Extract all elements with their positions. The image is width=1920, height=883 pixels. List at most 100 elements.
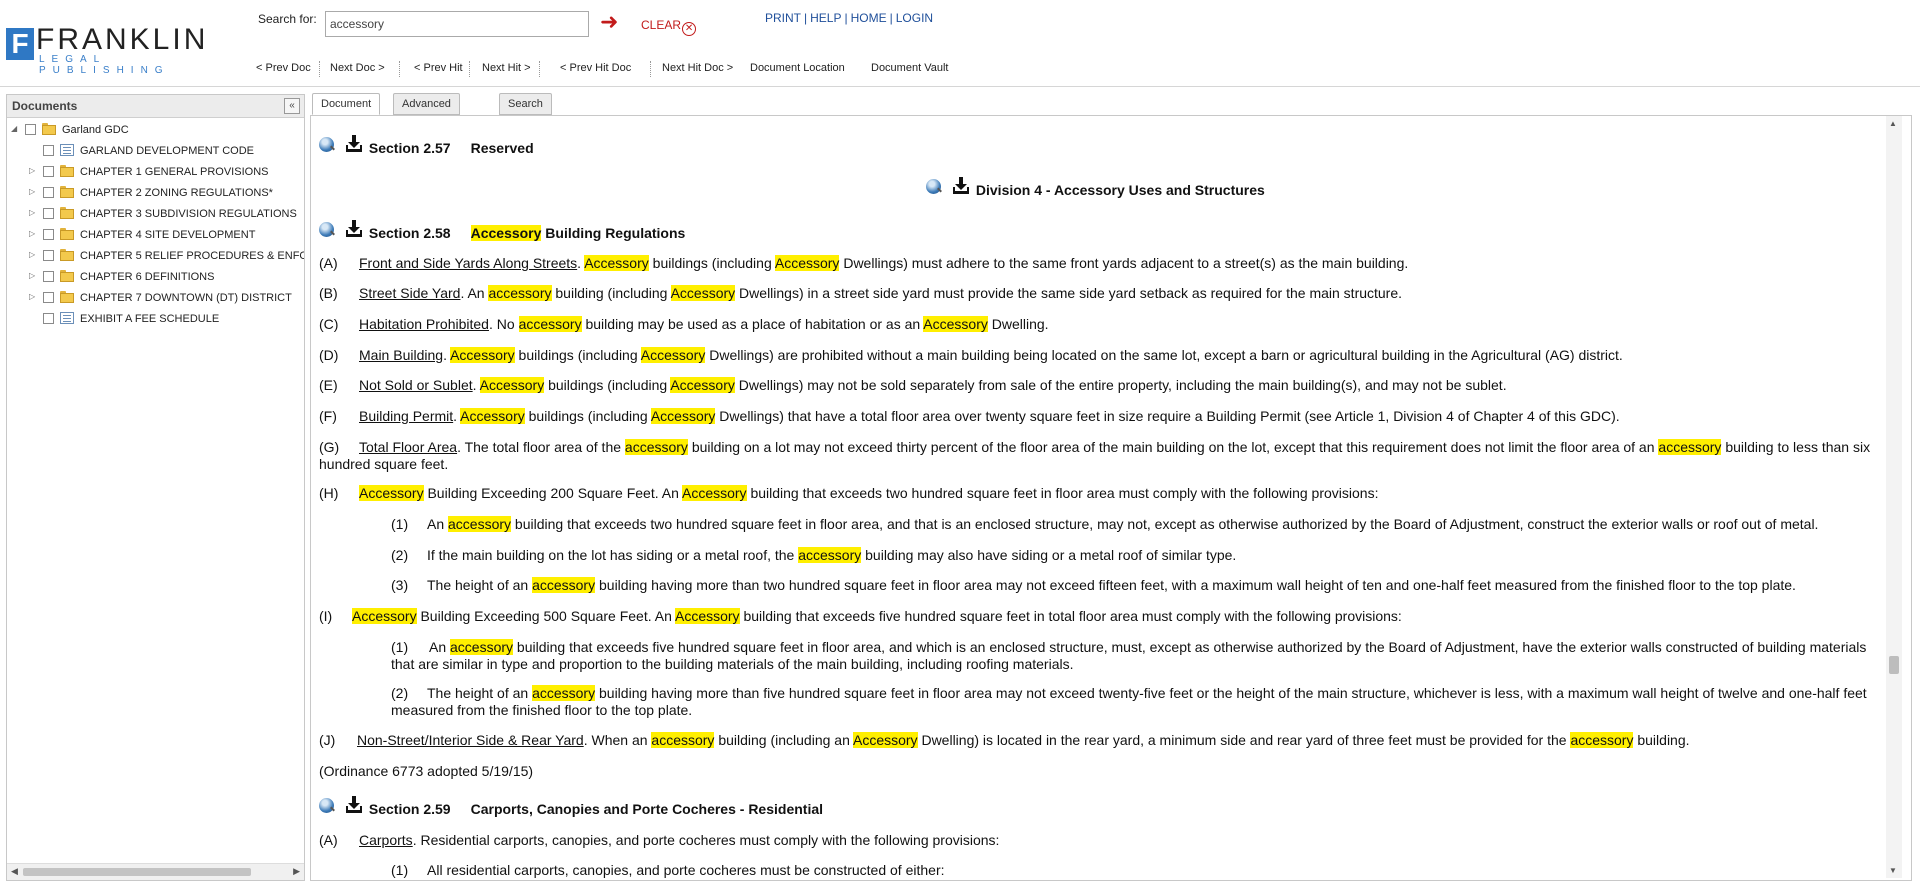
tree-item-chapter-7[interactable]: ▷ CHAPTER 7 DOWNTOWN (DT) DISTRICT (29, 289, 299, 307)
folder-icon (60, 228, 74, 240)
text: . (472, 377, 480, 393)
globe-search-icon[interactable] (319, 137, 334, 152)
prev-hit-button[interactable]: < Prev Hit (414, 62, 463, 74)
scroll-right-icon[interactable]: ▶ (293, 866, 300, 877)
text: Dwelling) is located in the rear yard, a… (917, 732, 1571, 748)
tree-item-chapter-2[interactable]: ▷ CHAPTER 2 ZONING REGULATIONS* (29, 184, 299, 202)
tree-root-garland-gdc[interactable]: ◢ Garland GDC (11, 121, 291, 139)
clear-label: CLEAR (641, 18, 682, 32)
horizontal-scrollbar[interactable]: ◀ ▶ (7, 863, 304, 880)
scrollbar-thumb[interactable] (1889, 656, 1899, 674)
franklin-logo[interactable]: F FRANKLIN LEGAL PUBLISHING (6, 24, 236, 76)
tab-label: Document (321, 98, 372, 110)
document-location-button[interactable]: Document Location (750, 62, 845, 74)
subparagraph-h-3: (3) The height of an accessory building h… (391, 577, 1796, 594)
tree-item-chapter-3[interactable]: ▷ CHAPTER 3 SUBDIVISION REGULATIONS (29, 205, 299, 223)
expand-arrow-icon[interactable]: ▷ (29, 271, 39, 283)
tree-item-label: EXHIBIT A FEE SCHEDULE (80, 313, 220, 325)
tab-document[interactable]: Document (312, 93, 381, 115)
globe-search-icon[interactable] (319, 798, 334, 813)
tab-search-results[interactable]: Search 1 - 18 hits✕ (499, 93, 552, 150)
ordinance-note: (Ordinance 6773 adopted 5/19/15) (319, 763, 534, 779)
collapse-arrow-icon[interactable]: ◢ (11, 124, 21, 136)
next-doc-button[interactable]: Next Doc > (330, 62, 385, 74)
tree-checkbox[interactable] (43, 187, 54, 198)
search-hit: Accessory (460, 408, 525, 424)
login-link[interactable]: LOGIN (896, 11, 933, 25)
expand-arrow-icon[interactable]: ▷ (29, 229, 39, 241)
text: building (including (551, 285, 671, 301)
paragraph-f: (F) Building Permit. Accessory buildings … (319, 408, 1620, 425)
tree-checkbox[interactable] (43, 313, 54, 324)
prev-doc-button[interactable]: < Prev Doc (256, 62, 311, 74)
expand-arrow-icon[interactable]: ▷ (29, 208, 39, 220)
text: building that exceeds two hundred square… (511, 516, 1819, 532)
text: The height of an (427, 577, 533, 593)
search-hit: accessory (532, 577, 596, 593)
tree-checkbox[interactable] (43, 145, 54, 156)
globe-search-icon[interactable] (926, 179, 941, 194)
expand-arrow-icon[interactable]: ▷ (29, 187, 39, 199)
text: All residential carports, canopies, and … (427, 862, 945, 878)
expand-arrow-icon[interactable]: ▷ (29, 250, 39, 262)
home-link[interactable]: HOME (851, 11, 887, 25)
paragraph-c: (C) Habitation Prohibited. No accessory b… (319, 316, 1049, 333)
expand-arrow-icon[interactable]: ▷ (29, 166, 39, 178)
scroll-left-icon[interactable]: ◀ (11, 866, 18, 877)
text: building that exceeds five hundred squar… (391, 639, 1867, 672)
download-icon[interactable] (952, 177, 970, 195)
download-icon[interactable] (345, 220, 363, 238)
scroll-up-icon[interactable]: ▲ (1889, 119, 1897, 128)
paragraph-marker: (1) (391, 862, 409, 878)
paragraph-heading: Total Floor Area (359, 439, 458, 455)
vertical-scrollbar[interactable]: ▲ ▼ (1886, 116, 1902, 878)
paragraph-marker: (1) (391, 639, 409, 655)
tree-item-chapter-5[interactable]: ▷ CHAPTER 5 RELIEF PROCEDURES & ENFO (29, 247, 304, 265)
tree-checkbox[interactable] (43, 271, 54, 282)
clear-button[interactable]: CLEAR ✕ (641, 18, 697, 36)
scrollbar-thumb[interactable] (23, 868, 251, 876)
help-link[interactable]: HELP (810, 11, 841, 25)
paragraph-marker: (J) (319, 732, 336, 748)
subparagraph-i-1: (1) An accessory building that exceeds fi… (391, 639, 1889, 673)
tree-checkbox[interactable] (25, 124, 36, 135)
text: If the main building on the lot has sidi… (427, 547, 799, 563)
search-go-arrow-icon[interactable]: ➜ (600, 10, 624, 36)
paragraph-marker: (E) (319, 377, 338, 393)
text: Dwelling. (987, 316, 1049, 332)
globe-search-icon[interactable] (319, 222, 334, 237)
search-input[interactable] (325, 11, 589, 37)
next-hit-button[interactable]: Next Hit > (482, 62, 531, 74)
download-icon[interactable] (345, 135, 363, 153)
document-icon (60, 312, 74, 324)
search-hit: accessory (624, 439, 688, 455)
download-icon[interactable] (345, 796, 363, 814)
tree-item-chapter-4[interactable]: ▷ CHAPTER 4 SITE DEVELOPMENT (29, 226, 299, 244)
tree-item-chapter-6[interactable]: ▷ CHAPTER 6 DEFINITIONS (29, 268, 299, 286)
search-hit: accessory (448, 516, 512, 532)
search-hit: Accessory (852, 732, 918, 748)
document-vault-button[interactable]: Document Vault (871, 62, 948, 74)
expand-arrow-icon[interactable]: ▷ (29, 292, 39, 304)
tree-checkbox[interactable] (43, 229, 54, 240)
tree-item-exhibit-a[interactable]: EXHIBIT A FEE SCHEDULE (29, 310, 299, 328)
next-hit-doc-button[interactable]: Next Hit Doc > (650, 62, 733, 74)
paragraph-marker: (C) (319, 316, 339, 332)
text: building may also have siding or a metal… (861, 547, 1237, 563)
print-link[interactable]: PRINT (765, 11, 801, 25)
paragraph-e: (E) Not Sold or Sublet. Accessory buildin… (319, 377, 1507, 394)
tree-checkbox[interactable] (43, 250, 54, 261)
tab-advanced-search[interactable]: Advanced Search (393, 93, 460, 130)
tree-checkbox[interactable] (43, 208, 54, 219)
tree-item-chapter-1[interactable]: ▷ CHAPTER 1 GENERAL PROVISIONS (29, 163, 299, 181)
collapse-left-icon[interactable]: « (284, 98, 300, 114)
prev-hit-doc-button[interactable]: < Prev Hit Doc (560, 62, 631, 74)
folder-icon (60, 249, 74, 261)
folder-icon (60, 207, 74, 219)
search-hit: Accessory (674, 608, 740, 624)
tree-checkbox[interactable] (43, 166, 54, 177)
section-title-rest: Building Regulations (541, 225, 686, 241)
tree-item-garland-development-code[interactable]: GARLAND DEVELOPMENT CODE (29, 142, 299, 160)
scroll-down-icon[interactable]: ▼ (1889, 866, 1897, 875)
tree-checkbox[interactable] (43, 292, 54, 303)
